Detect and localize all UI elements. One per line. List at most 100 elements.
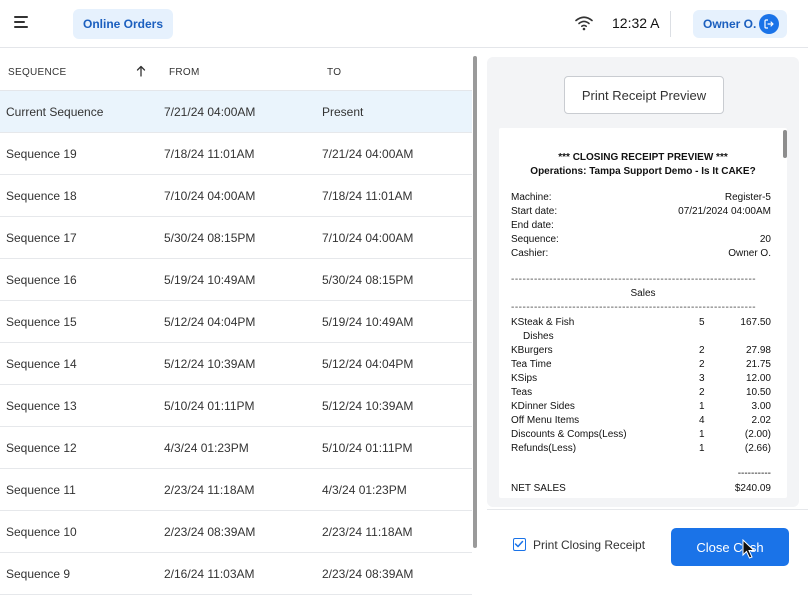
info-label: Machine:	[511, 192, 552, 203]
cell-sequence: Sequence 16	[6, 273, 77, 287]
item-qty: 2	[699, 359, 705, 370]
receipt-preview[interactable]: *** CLOSING RECEIPT PREVIEW *** Operatio…	[499, 128, 787, 498]
print-closing-receipt-label[interactable]: Print Closing Receipt	[533, 538, 645, 552]
cell-sequence: Sequence 10	[6, 525, 77, 539]
cell-from: 7/21/24 04:00AM	[164, 105, 256, 119]
cell-sequence: Sequence 13	[6, 399, 77, 413]
table-row[interactable]: Sequence 15 5/12/24 04:04PM 5/19/24 10:4…	[0, 301, 472, 343]
cell-to: Present	[322, 105, 364, 119]
item-qty: 3	[699, 373, 705, 384]
cell-to: 4/3/24 01:23PM	[322, 483, 407, 497]
table-row[interactable]: Sequence 12 4/3/24 01:23PM 5/10/24 01:11…	[0, 427, 472, 469]
cell-from: 7/18/24 11:01AM	[164, 147, 255, 161]
print-closing-receipt-checkbox[interactable]	[513, 538, 526, 551]
item-name: Dishes	[523, 331, 554, 342]
cell-from: 2/16/24 11:03AM	[164, 567, 255, 581]
item-amount: 2.02	[751, 415, 771, 426]
column-header-from[interactable]: FROM	[169, 67, 200, 78]
check-icon	[514, 540, 524, 548]
info-value: Register-5	[724, 192, 771, 203]
item-amount: 21.75	[745, 359, 771, 370]
clock: 12:32 A	[612, 15, 660, 31]
cell-from: 5/30/24 08:15PM	[164, 231, 256, 245]
item-name: KDinner Sides	[511, 401, 575, 412]
cell-from: 7/10/24 04:00AM	[164, 189, 256, 203]
item-qty: 5	[699, 317, 705, 328]
cell-from: 5/19/24 10:49AM	[164, 273, 256, 287]
cell-from: 5/10/24 01:11PM	[164, 399, 255, 413]
item-qty: 4	[699, 415, 705, 426]
net-sales-label: NET SALES	[511, 483, 566, 494]
info-label: End date:	[511, 220, 554, 231]
receipt-divider: ----------------------------------------…	[511, 302, 756, 313]
net-sales-value: $240.09	[734, 483, 771, 494]
item-amount: 12.00	[745, 373, 771, 384]
cell-from: 5/12/24 10:39AM	[164, 357, 256, 371]
info-label: Start date:	[511, 206, 558, 217]
cell-to: 5/10/24 01:11PM	[322, 441, 413, 455]
mouse-cursor-icon	[742, 539, 756, 559]
table-row[interactable]: Sequence 14 5/12/24 10:39AM 5/12/24 04:0…	[0, 343, 472, 385]
cell-sequence: Current Sequence	[6, 105, 104, 119]
item-name: Teas	[511, 387, 533, 398]
cell-from: 2/23/24 11:18AM	[164, 483, 255, 497]
receipt-divider: ----------------------------------------…	[511, 274, 756, 285]
table-header: SEQUENCE FROM TO	[0, 48, 472, 91]
cell-sequence: Sequence 17	[6, 231, 77, 245]
info-label: Cashier:	[511, 248, 549, 259]
table-row[interactable]: Sequence 10 2/23/24 08:39AM 2/23/24 11:1…	[0, 511, 472, 553]
cell-sequence: Sequence 15	[6, 315, 77, 329]
receipt-panel: Print Receipt Preview *** CLOSING RECEIP…	[487, 57, 799, 507]
cell-sequence: Sequence 9	[6, 567, 71, 581]
item-amount: (2.66)	[744, 443, 771, 454]
close-cash-button[interactable]: Close Cash	[671, 528, 789, 566]
table-row[interactable]: Sequence 19 7/18/24 11:01AM 7/21/24 04:0…	[0, 133, 472, 175]
item-name: Refunds(Less)	[511, 443, 577, 454]
cell-sequence: Sequence 14	[6, 357, 77, 371]
table-row[interactable]: Sequence 9 2/16/24 11:03AM 2/23/24 08:39…	[0, 553, 472, 595]
tab-online-orders[interactable]: Online Orders	[73, 9, 173, 39]
item-qty: 2	[699, 345, 705, 356]
cell-from: 4/3/24 01:23PM	[164, 441, 249, 455]
item-name: KSteak & Fish	[511, 317, 575, 328]
user-menu-button[interactable]: Owner O.	[693, 10, 787, 38]
user-name: Owner O.	[703, 17, 757, 31]
item-qty: 2	[699, 387, 705, 398]
item-name: Discounts & Comps(Less)	[511, 429, 627, 440]
cell-to: 7/18/24 11:01AM	[322, 189, 413, 203]
item-name: KBurgers	[511, 345, 553, 356]
table-row[interactable]: Sequence 11 2/23/24 11:18AM 4/3/24 01:23…	[0, 469, 472, 511]
cell-sequence: Sequence 18	[6, 189, 77, 203]
table-row[interactable]: Sequence 16 5/19/24 10:49AM 5/30/24 08:1…	[0, 259, 472, 301]
cell-to: 2/23/24 08:39AM	[322, 567, 414, 581]
column-header-to[interactable]: TO	[327, 67, 341, 78]
hamburger-menu-icon[interactable]	[14, 15, 30, 29]
item-name: Off Menu Items	[511, 415, 580, 426]
wifi-icon	[575, 16, 593, 31]
cell-to: 5/12/24 10:39AM	[322, 399, 414, 413]
sort-ascending-icon[interactable]	[136, 65, 146, 77]
info-label: Sequence:	[511, 234, 559, 245]
receipt-title: *** CLOSING RECEIPT PREVIEW ***	[558, 152, 728, 163]
item-qty: 1	[699, 401, 705, 412]
table-row[interactable]: Sequence 18 7/10/24 04:00AM 7/18/24 11:0…	[0, 175, 472, 217]
table-row[interactable]: Sequence 13 5/10/24 01:11PM 5/12/24 10:3…	[0, 385, 472, 427]
table-row[interactable]: Sequence 17 5/30/24 08:15PM 7/10/24 04:0…	[0, 217, 472, 259]
item-amount: 27.98	[745, 345, 771, 356]
item-qty: 1	[699, 443, 705, 454]
column-header-sequence[interactable]: SEQUENCE	[8, 67, 67, 78]
receipt-scrollbar[interactable]	[783, 130, 787, 158]
receipt-sales-label: Sales	[630, 288, 656, 299]
print-receipt-preview-button[interactable]: Print Receipt Preview	[564, 76, 724, 114]
header-divider	[670, 11, 671, 37]
cell-sequence: Sequence 12	[6, 441, 77, 455]
logout-icon[interactable]	[759, 14, 779, 34]
table-scrollbar[interactable]	[473, 56, 477, 548]
cell-to: 5/30/24 08:15PM	[322, 273, 414, 287]
table-row[interactable]: Current Sequence 7/21/24 04:00AM Present	[0, 91, 472, 133]
cell-sequence: Sequence 19	[6, 147, 77, 161]
cell-sequence: Sequence 11	[6, 483, 76, 497]
action-bar: Print Closing Receipt Close Cash	[487, 509, 808, 604]
item-name: Tea Time	[511, 359, 552, 370]
top-bar: Online Orders 12:32 A Owner O.	[0, 0, 808, 48]
